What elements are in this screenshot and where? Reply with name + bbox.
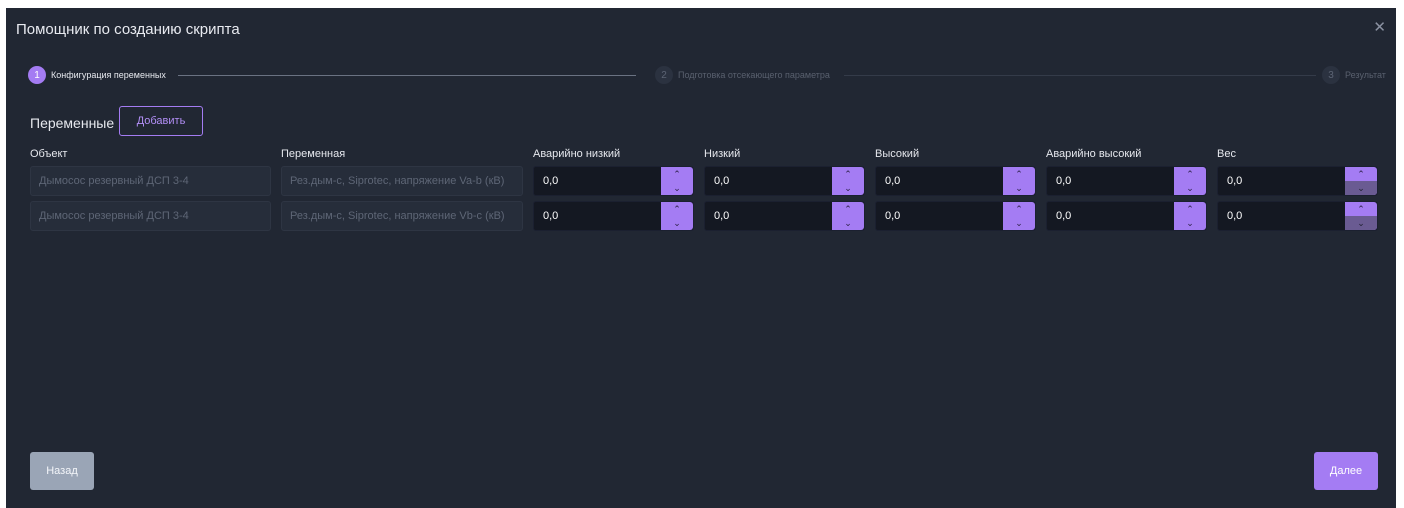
step-1-label: Конфигурация переменных [51, 70, 166, 80]
chevron-up-icon[interactable]: ⌃ [832, 167, 864, 181]
step-2-label: Подготовка отсекающего параметра [678, 70, 830, 80]
high-value: 0,0 [885, 210, 901, 222]
chevron-down-icon[interactable]: ⌄ [832, 216, 864, 230]
chevron-down-icon[interactable]: ⌄ [1003, 181, 1035, 195]
high-input[interactable]: 0,0 ⌃ ⌄ [875, 201, 1036, 231]
next-button[interactable]: Далее [1314, 452, 1378, 490]
alarm-high-value: 0,0 [1056, 175, 1072, 187]
chevron-down-icon[interactable]: ⌄ [661, 181, 693, 195]
alarm-high-value: 0,0 [1056, 210, 1072, 222]
column-header-weight: Вес [1217, 148, 1236, 160]
step-1-number: 1 [28, 66, 46, 84]
stepper: 1 Конфигурация переменных 2 Подготовка о… [28, 66, 1386, 84]
column-header-alarm-low: Аварийно низкий [533, 148, 621, 160]
weight-value: 0,0 [1227, 210, 1243, 222]
weight-input[interactable]: 0,0 ⌃ ⌄ [1217, 166, 1378, 196]
low-value: 0,0 [714, 175, 730, 187]
chevron-up-icon[interactable]: ⌃ [1003, 167, 1035, 181]
chevron-up-icon[interactable]: ⌃ [1174, 167, 1206, 181]
step-3-label: Результат [1345, 70, 1386, 80]
number-spinner: ⌃ ⌄ [832, 202, 864, 230]
number-spinner: ⌃ ⌄ [1003, 167, 1035, 195]
variable-field: Рез.дым-с, Siprotec, напряжение Va-b (кВ… [281, 166, 523, 196]
step-1[interactable]: 1 Конфигурация переменных [28, 66, 166, 84]
column-header-variable: Переменная [281, 148, 346, 160]
column-header-object: Объект [30, 148, 68, 160]
chevron-down-icon[interactable]: ⌄ [1174, 181, 1206, 195]
alarm-high-input[interactable]: 0,0 ⌃ ⌄ [1046, 166, 1207, 196]
back-button[interactable]: Назад [30, 452, 94, 490]
object-field: Дымосос резервный ДСП 3-4 [30, 166, 271, 196]
close-icon[interactable]: ✕ [1373, 18, 1386, 36]
chevron-down-icon[interactable]: ⌄ [661, 216, 693, 230]
variables-title: Переменные [30, 115, 115, 131]
step-2[interactable]: 2 Подготовка отсекающего параметра [655, 66, 830, 84]
object-field: Дымосос резервный ДСП 3-4 [30, 201, 271, 231]
chevron-down-icon[interactable]: ⌄ [1174, 216, 1206, 230]
alarm-low-input[interactable]: 0,0 ⌃ ⌄ [533, 201, 694, 231]
step-connector-2 [844, 75, 1316, 76]
number-spinner: ⌃ ⌄ [661, 202, 693, 230]
step-connector-1 [178, 75, 636, 76]
alarm-low-value: 0,0 [543, 210, 559, 222]
weight-value: 0,0 [1227, 175, 1243, 187]
chevron-down-icon[interactable]: ⌄ [1345, 181, 1377, 195]
step-2-number: 2 [655, 66, 673, 84]
chevron-up-icon[interactable]: ⌃ [1345, 202, 1377, 216]
chevron-up-icon[interactable]: ⌃ [832, 202, 864, 216]
number-spinner: ⌃ ⌄ [661, 167, 693, 195]
chevron-up-icon[interactable]: ⌃ [1345, 167, 1377, 181]
column-header-low: Низкий [704, 148, 741, 160]
alarm-low-input[interactable]: 0,0 ⌃ ⌄ [533, 166, 694, 196]
number-spinner: ⌃ ⌄ [1345, 167, 1377, 195]
dialog-title: Помощник по созданию скрипта [16, 21, 240, 38]
low-input[interactable]: 0,0 ⌃ ⌄ [704, 166, 865, 196]
high-input[interactable]: 0,0 ⌃ ⌄ [875, 166, 1036, 196]
step-3[interactable]: 3 Результат [1322, 66, 1386, 84]
column-header-high: Высокий [875, 148, 920, 160]
chevron-down-icon[interactable]: ⌄ [832, 181, 864, 195]
high-value: 0,0 [885, 175, 901, 187]
alarm-high-input[interactable]: 0,0 ⌃ ⌄ [1046, 201, 1207, 231]
add-variable-button[interactable]: Добавить [119, 106, 203, 136]
low-input[interactable]: 0,0 ⌃ ⌄ [704, 201, 865, 231]
alarm-low-value: 0,0 [543, 175, 559, 187]
variable-field: Рез.дым-с, Siprotec, напряжение Vb-c (кВ… [281, 201, 523, 231]
chevron-up-icon[interactable]: ⌃ [1003, 202, 1035, 216]
chevron-up-icon[interactable]: ⌃ [1174, 202, 1206, 216]
chevron-down-icon[interactable]: ⌄ [1003, 216, 1035, 230]
low-value: 0,0 [714, 210, 730, 222]
number-spinner: ⌃ ⌄ [1174, 167, 1206, 195]
weight-input[interactable]: 0,0 ⌃ ⌄ [1217, 201, 1378, 231]
column-header-alarm-high: Аварийно высокий [1046, 148, 1142, 160]
chevron-up-icon[interactable]: ⌃ [661, 167, 693, 181]
number-spinner: ⌃ ⌄ [1345, 202, 1377, 230]
chevron-down-icon[interactable]: ⌄ [1345, 216, 1377, 230]
chevron-up-icon[interactable]: ⌃ [661, 202, 693, 216]
number-spinner: ⌃ ⌄ [1003, 202, 1035, 230]
number-spinner: ⌃ ⌄ [1174, 202, 1206, 230]
script-wizard-dialog: Помощник по созданию скрипта ✕ 1 Конфигу… [6, 8, 1396, 508]
number-spinner: ⌃ ⌄ [832, 167, 864, 195]
step-3-number: 3 [1322, 66, 1340, 84]
